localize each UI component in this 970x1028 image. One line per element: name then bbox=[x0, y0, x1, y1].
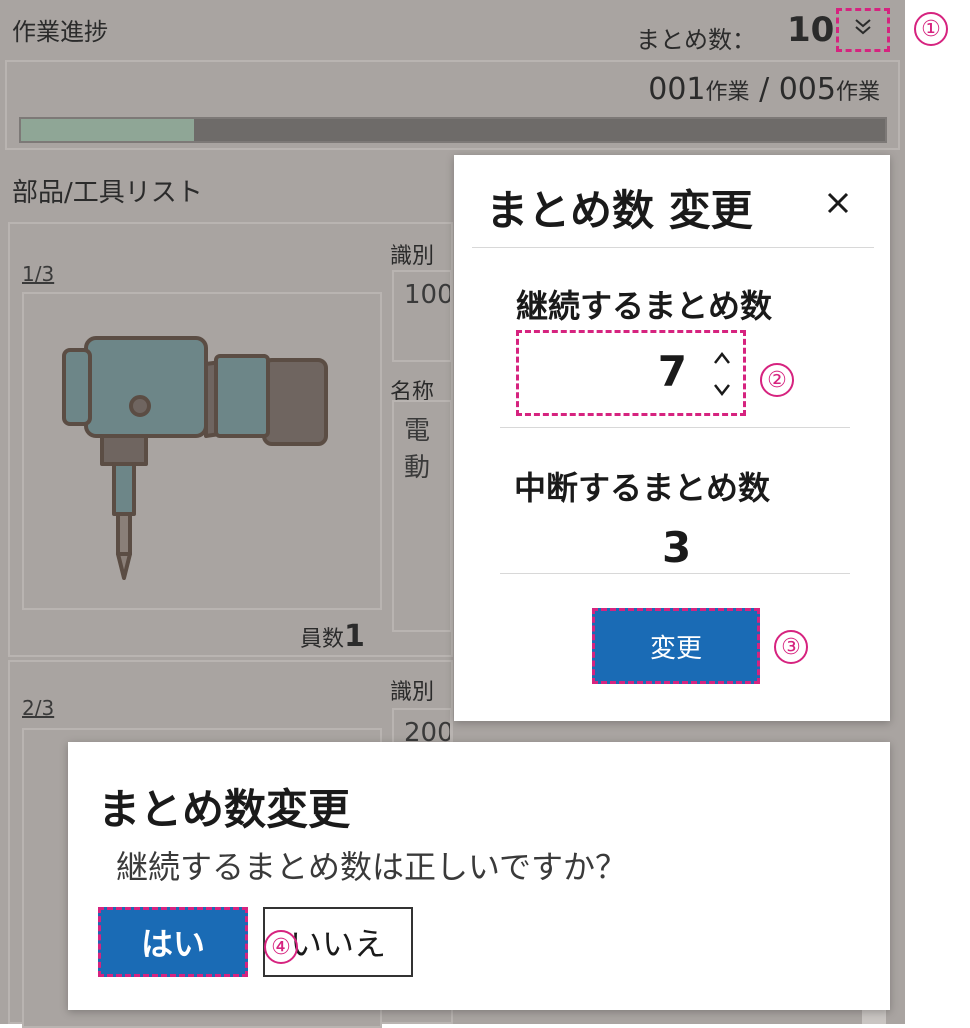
batch-change-modal: まとめ数 変更 継続するまとめ数 7 ② 中断するまとめ数 3 変更 ③ bbox=[454, 155, 890, 721]
batch-count-label: まとめ数： bbox=[636, 26, 756, 54]
chevron-up-icon[interactable] bbox=[713, 345, 731, 369]
parts-list-title: 部品/工具リスト bbox=[12, 178, 203, 208]
progress-current: 001 bbox=[648, 72, 706, 107]
part-index[interactable]: 2/3 bbox=[22, 696, 54, 720]
stop-count-value: 3 bbox=[662, 523, 692, 572]
batch-count-value: 10 bbox=[787, 10, 835, 50]
quantity-value: 1 bbox=[344, 619, 365, 654]
stop-count-label: 中断するまとめ数 bbox=[514, 469, 771, 507]
change-button[interactable]: 変更 bbox=[592, 608, 760, 684]
annotation-badge-1: ① bbox=[914, 12, 948, 46]
progress-separator: / bbox=[749, 72, 779, 107]
progress-bar-fill bbox=[21, 119, 194, 141]
power-drill-icon bbox=[62, 336, 328, 580]
annotation-badge-3: ③ bbox=[774, 630, 808, 664]
part-card[interactable]: 1/3 員数1 識別 100 名称 電動 bbox=[8, 222, 453, 657]
close-icon[interactable] bbox=[826, 183, 850, 224]
divider bbox=[500, 573, 850, 574]
dialog-message: 継続するまとめ数は正しいですか？ bbox=[116, 848, 628, 886]
name-field: 電動 bbox=[392, 400, 452, 632]
progress-text: 001作業 / 005作業 bbox=[648, 72, 880, 107]
part-index[interactable]: 1/3 bbox=[22, 262, 54, 286]
part-quantity: 員数1 bbox=[300, 619, 365, 654]
id-label: 識別 bbox=[390, 680, 435, 705]
progress-bar bbox=[19, 117, 887, 143]
confirm-dialog: まとめ数変更 継続するまとめ数は正しいですか？ はい いいえ ④ bbox=[68, 742, 890, 1010]
id-field: 100 bbox=[392, 270, 452, 362]
divider bbox=[472, 247, 874, 248]
part-image bbox=[22, 292, 382, 610]
progress-total: 005 bbox=[778, 72, 836, 107]
annotation-badge-2: ② bbox=[760, 363, 794, 397]
dialog-title: まとめ数変更 bbox=[98, 785, 351, 834]
annotation-badge-4: ④ bbox=[264, 930, 298, 964]
progress-panel: 001作業 / 005作業 bbox=[5, 60, 900, 150]
id-label: 識別 bbox=[390, 244, 435, 269]
page-title: 作業進捗 bbox=[12, 18, 108, 46]
progress-total-unit: 作業 bbox=[835, 80, 880, 105]
chevron-down-icon[interactable] bbox=[713, 377, 731, 401]
continue-count-label: 継続するまとめ数 bbox=[516, 287, 773, 325]
continue-count-stepper[interactable]: 7 bbox=[516, 330, 746, 416]
divider bbox=[500, 427, 850, 428]
quantity-label: 員数 bbox=[300, 627, 345, 652]
batch-expand-button[interactable] bbox=[836, 8, 890, 52]
modal-title: まとめ数 変更 bbox=[486, 186, 753, 235]
continue-count-value[interactable]: 7 bbox=[658, 347, 687, 396]
progress-current-unit: 作業 bbox=[705, 80, 750, 105]
double-chevron-down-icon bbox=[852, 16, 874, 44]
yes-button[interactable]: はい bbox=[98, 907, 248, 977]
